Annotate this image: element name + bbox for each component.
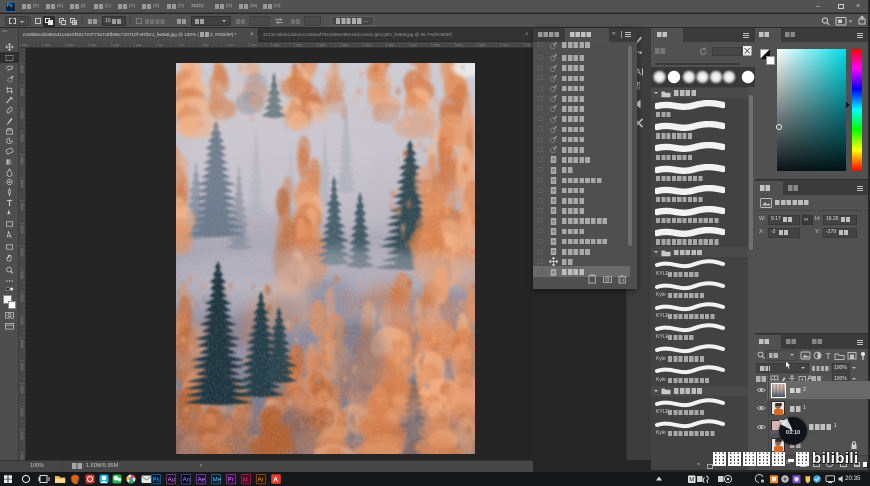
svg-text:T: T — [826, 351, 831, 361]
svg-text:Au: Au — [168, 477, 175, 483]
svg-text:0: 0 — [182, 44, 184, 48]
svg-text:M: M — [689, 478, 694, 484]
svg-text:Ae: Ae — [198, 477, 206, 483]
svg-text:Id: Id — [243, 477, 248, 483]
svg-text:An: An — [183, 477, 190, 483]
svg-text:Ai: Ai — [258, 477, 263, 483]
svg-text:50: 50 — [159, 44, 163, 48]
svg-text:Me: Me — [213, 477, 222, 483]
svg-text:Ps: Ps — [153, 477, 160, 483]
svg-text:50: 50 — [204, 44, 208, 48]
svg-text:Pr: Pr — [228, 477, 234, 483]
svg-text:A: A — [273, 477, 278, 484]
